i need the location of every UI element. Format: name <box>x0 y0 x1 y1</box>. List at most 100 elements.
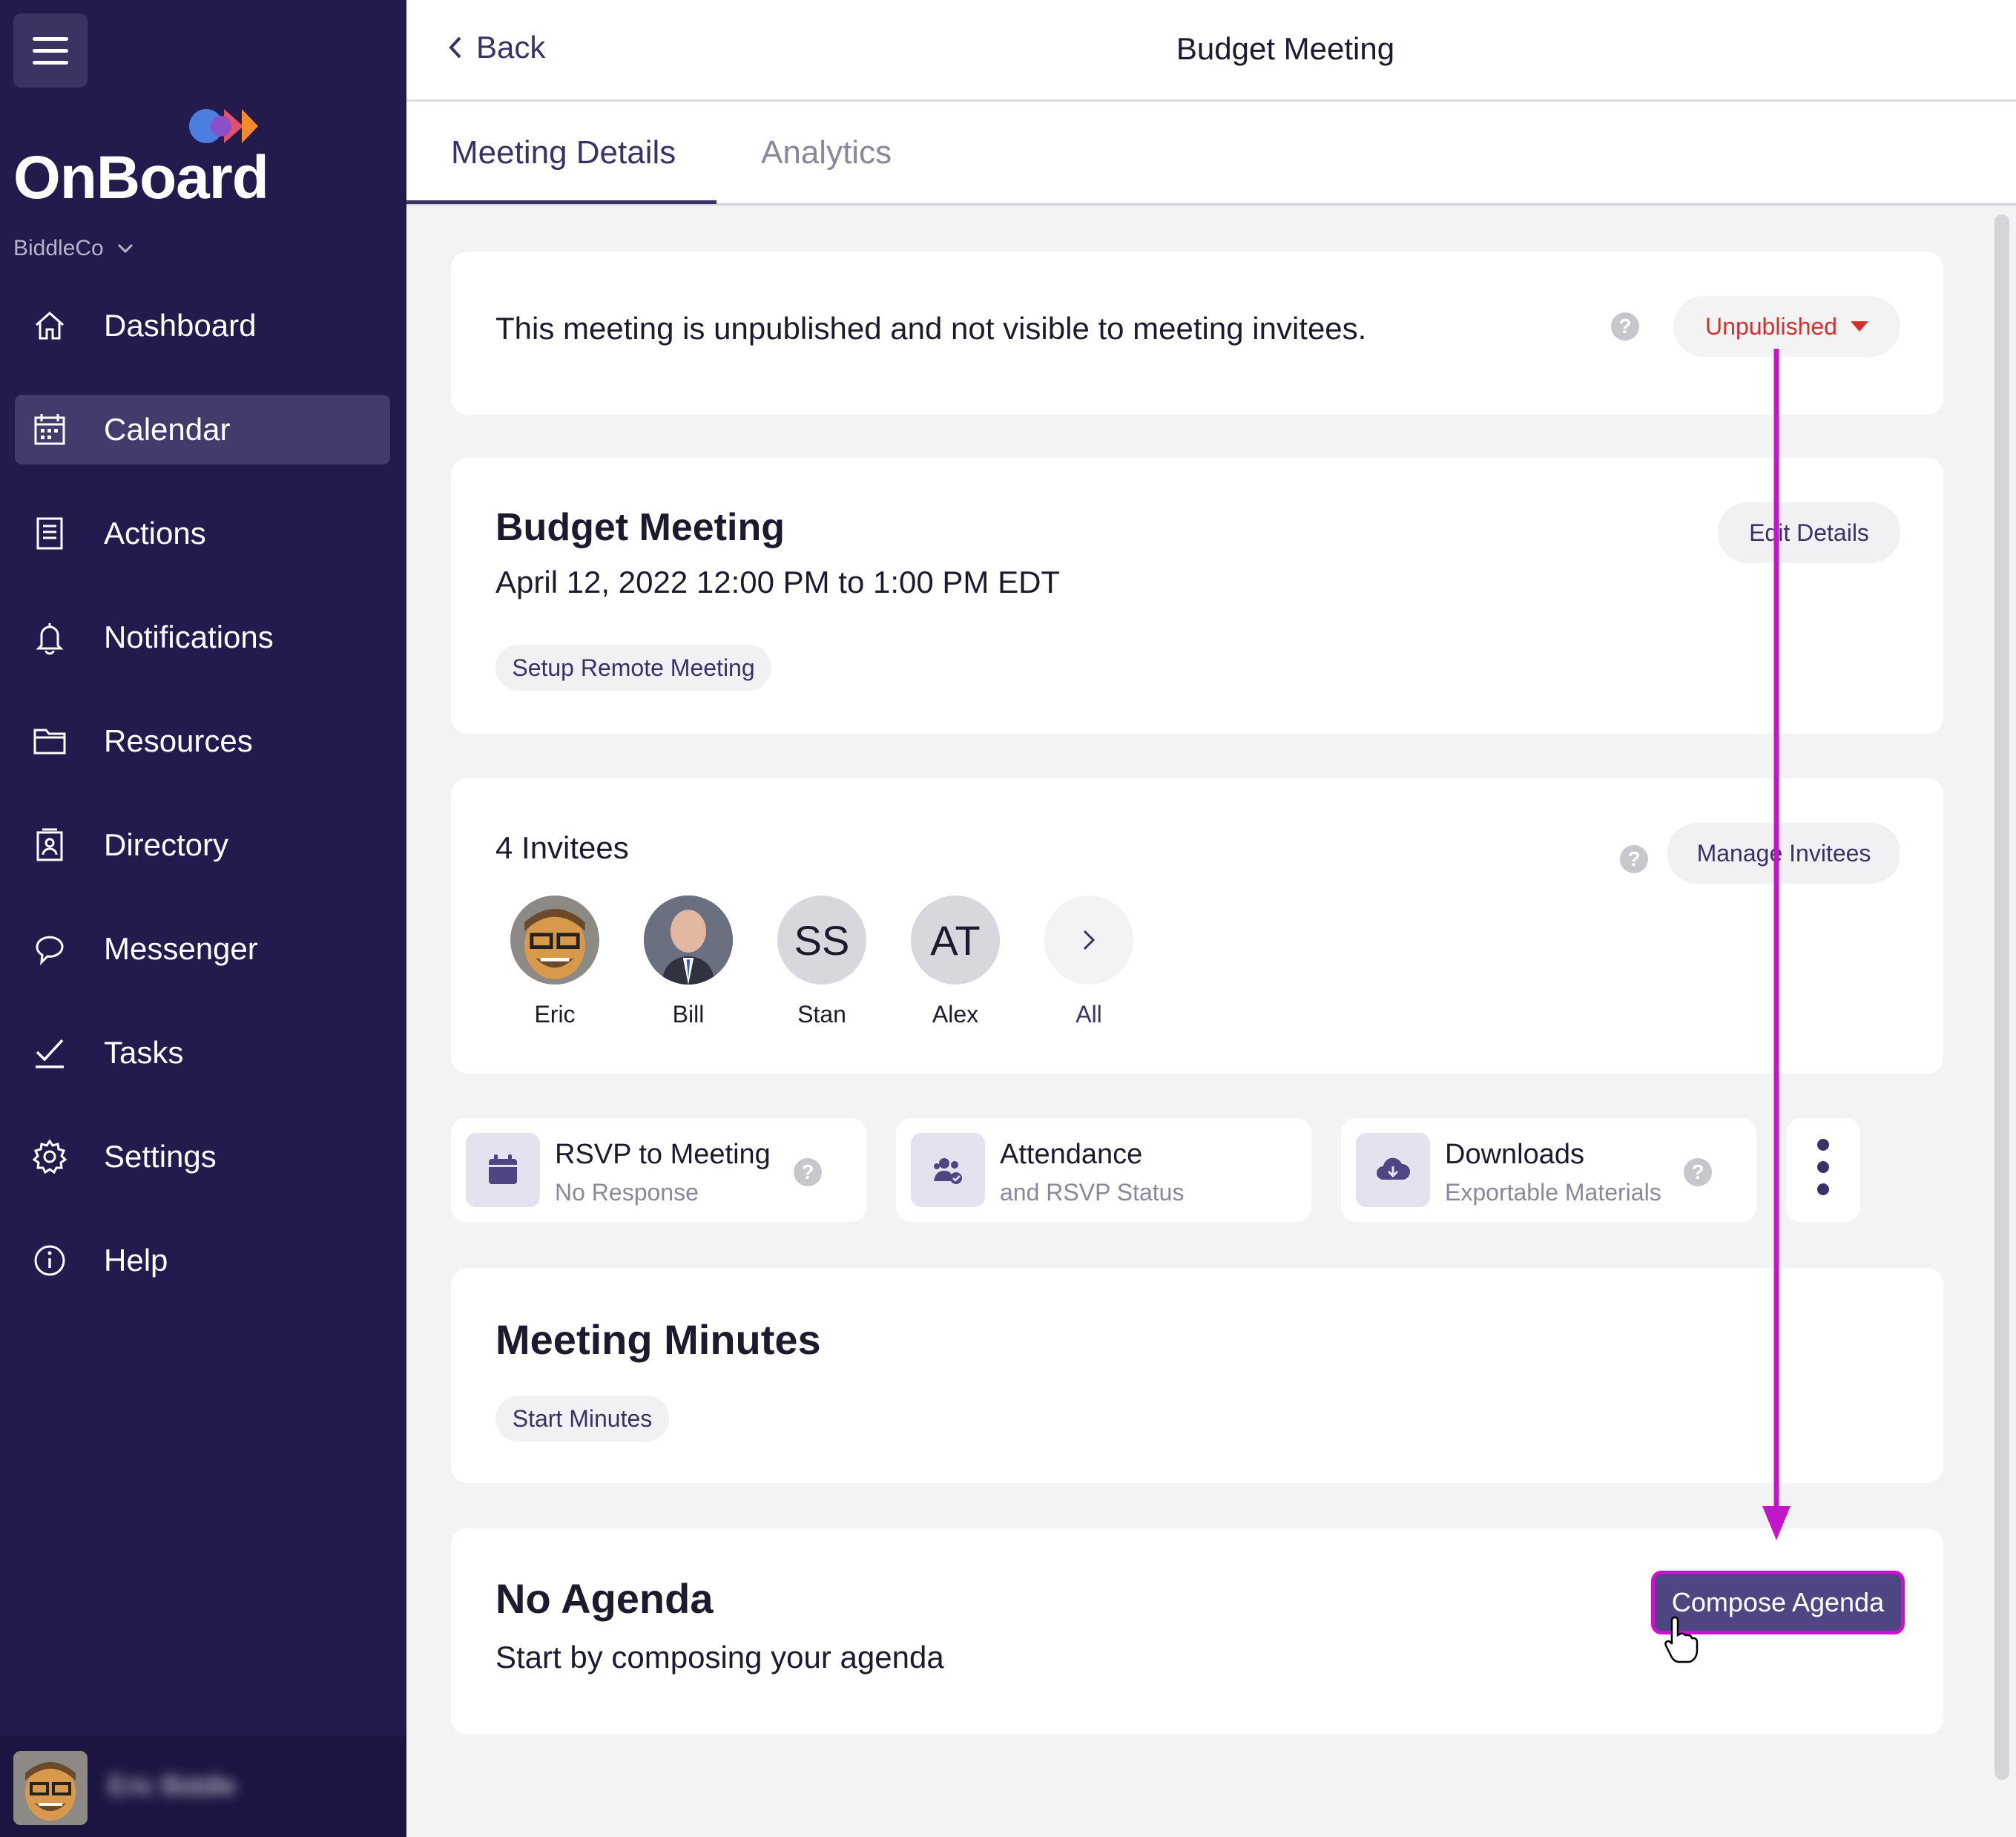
chevron-left-icon <box>449 36 461 59</box>
chevron-right-icon <box>1044 896 1133 985</box>
tab-bar: Meeting Details Analytics <box>406 102 2016 206</box>
gear-icon <box>31 1138 68 1175</box>
tile-subtitle: No Response <box>555 1179 699 1206</box>
kebab-menu-icon <box>1817 1139 1829 1195</box>
photo-avatar-icon <box>644 896 733 985</box>
downloads-tile[interactable]: Downloads Exportable Materials ? <box>1341 1118 1756 1222</box>
invitees-card: 4 Invitees ? Manage Invitees Eric Bill S… <box>451 778 1943 1074</box>
info-icon <box>31 1242 68 1279</box>
agenda-title: No Agenda <box>495 1575 714 1622</box>
all-invitees-button[interactable]: All <box>1044 896 1133 1028</box>
check-icon <box>31 1034 68 1071</box>
help-icon[interactable]: ? <box>794 1158 822 1186</box>
sidebar-item-messenger[interactable]: Messenger <box>15 914 390 984</box>
logo-mark-icon <box>189 109 258 143</box>
cartoon-avatar-icon <box>524 909 585 979</box>
setup-remote-meeting-button[interactable]: Setup Remote Meeting <box>495 645 771 691</box>
sidebar: OnBoard BiddleCo Dashboard Calendar Acti… <box>0 0 406 1837</box>
publish-status-dropdown[interactable]: Unpublished <box>1673 296 1900 357</box>
sidebar-item-label: Directory <box>104 827 229 862</box>
user-name: Eric Biddle <box>108 1770 237 1801</box>
agenda-subtitle: Start by composing your agenda <box>495 1640 944 1675</box>
all-label: All <box>1075 1001 1102 1028</box>
invitee-eric[interactable]: Eric <box>510 896 599 1028</box>
invitee-stan[interactable]: SS Stan <box>777 896 866 1028</box>
logo-text: OnBoard <box>13 144 269 211</box>
org-selector[interactable]: BiddleCo <box>13 236 136 261</box>
help-icon[interactable]: ? <box>1620 845 1648 873</box>
org-name: BiddleCo <box>13 236 104 260</box>
sidebar-item-dashboard[interactable]: Dashboard <box>15 291 390 361</box>
invitee-name: Alex <box>932 1001 979 1028</box>
attendance-tile[interactable]: Attendance and RSVP Status <box>896 1118 1311 1222</box>
sidebar-item-resources[interactable]: Resources <box>15 706 390 776</box>
bell-icon <box>31 619 68 656</box>
invitee-alex[interactable]: AT Alex <box>911 896 1000 1028</box>
tile-title: RSVP to Meeting <box>555 1139 771 1170</box>
sidebar-item-actions[interactable]: Actions <box>15 499 390 568</box>
checklist-icon <box>31 515 68 552</box>
invitee-name: Bill <box>672 1001 705 1028</box>
people-icon <box>911 1133 985 1207</box>
sidebar-item-directory[interactable]: Directory <box>15 810 390 880</box>
chevron-down-icon <box>117 243 133 254</box>
avatar-initials: SS <box>777 896 866 985</box>
active-tab-indicator <box>406 200 717 204</box>
folder-icon <box>31 723 68 760</box>
publish-message: This meeting is unpublished and not visi… <box>495 311 1367 346</box>
sidebar-item-calendar[interactable]: Calendar <box>15 395 390 464</box>
avatar-initials: AT <box>911 896 1000 985</box>
hamburger-menu-button[interactable] <box>13 13 88 88</box>
user-profile-bar[interactable]: Eric Biddle <box>0 1736 406 1837</box>
sidebar-item-notifications[interactable]: Notifications <box>15 602 390 672</box>
sidebar-item-tasks[interactable]: Tasks <box>15 1018 390 1088</box>
status-label: Unpublished <box>1705 312 1837 340</box>
avatar[interactable] <box>13 1751 88 1825</box>
invitee-name: Eric <box>534 1001 576 1028</box>
meeting-title: Budget Meeting <box>495 506 785 549</box>
more-options-button[interactable] <box>1786 1118 1860 1222</box>
rsvp-tile[interactable]: RSVP to Meeting No Response ? <box>451 1118 866 1222</box>
tile-subtitle: and RSVP Status <box>1000 1179 1185 1206</box>
invitee-bill[interactable]: Bill <box>644 896 733 1028</box>
back-label: Back <box>476 30 546 65</box>
tab-analytics[interactable]: Analytics <box>761 134 892 171</box>
sidebar-item-label: Messenger <box>104 931 258 966</box>
chat-icon <box>31 930 68 967</box>
caret-down-icon <box>1850 321 1868 332</box>
sidebar-item-label: Resources <box>104 723 253 758</box>
back-button[interactable]: Back <box>445 30 545 65</box>
invitees-count: 4 Invitees <box>495 830 629 865</box>
publish-status-card: This meeting is unpublished and not visi… <box>451 252 1943 415</box>
tile-title: Attendance <box>1000 1139 1143 1170</box>
tile-subtitle: Exportable Materials <box>1445 1179 1661 1206</box>
onboard-logo: OnBoard <box>13 108 269 211</box>
cartoon-avatar-icon <box>13 1751 88 1825</box>
sidebar-item-label: Settings <box>104 1139 217 1174</box>
page-title: Budget Meeting <box>1176 31 1395 66</box>
contacts-icon <box>31 827 68 864</box>
compose-agenda-button[interactable]: Compose Agenda <box>1651 1571 1905 1634</box>
invitee-name: Stan <box>797 1001 846 1028</box>
tab-meeting-details[interactable]: Meeting Details <box>451 134 676 171</box>
sidebar-item-label: Calendar <box>104 412 231 447</box>
meeting-minutes-card: Meeting Minutes Start Minutes <box>451 1268 1943 1483</box>
sidebar-item-label: Actions <box>104 516 206 551</box>
avatar <box>644 896 733 985</box>
calendar-icon <box>466 1133 540 1207</box>
sidebar-item-help[interactable]: Help <box>15 1226 390 1295</box>
edit-details-button[interactable]: Edit Details <box>1718 502 1900 563</box>
sidebar-item-label: Help <box>104 1243 168 1278</box>
help-icon[interactable]: ? <box>1611 312 1639 341</box>
sidebar-nav: Dashboard Calendar Actions Notifications… <box>15 291 390 1330</box>
sidebar-item-label: Dashboard <box>104 308 257 343</box>
tile-title: Downloads <box>1445 1139 1584 1170</box>
home-icon <box>31 307 68 344</box>
start-minutes-button[interactable]: Start Minutes <box>495 1396 669 1442</box>
manage-invitees-button[interactable]: Manage Invitees <box>1667 823 1900 884</box>
help-icon[interactable]: ? <box>1684 1158 1712 1186</box>
avatar <box>510 896 599 985</box>
sidebar-item-settings[interactable]: Settings <box>15 1122 390 1192</box>
scrollbar[interactable] <box>1994 214 2009 1780</box>
meeting-datetime: April 12, 2022 12:00 PM to 1:00 PM EDT <box>495 565 1061 599</box>
